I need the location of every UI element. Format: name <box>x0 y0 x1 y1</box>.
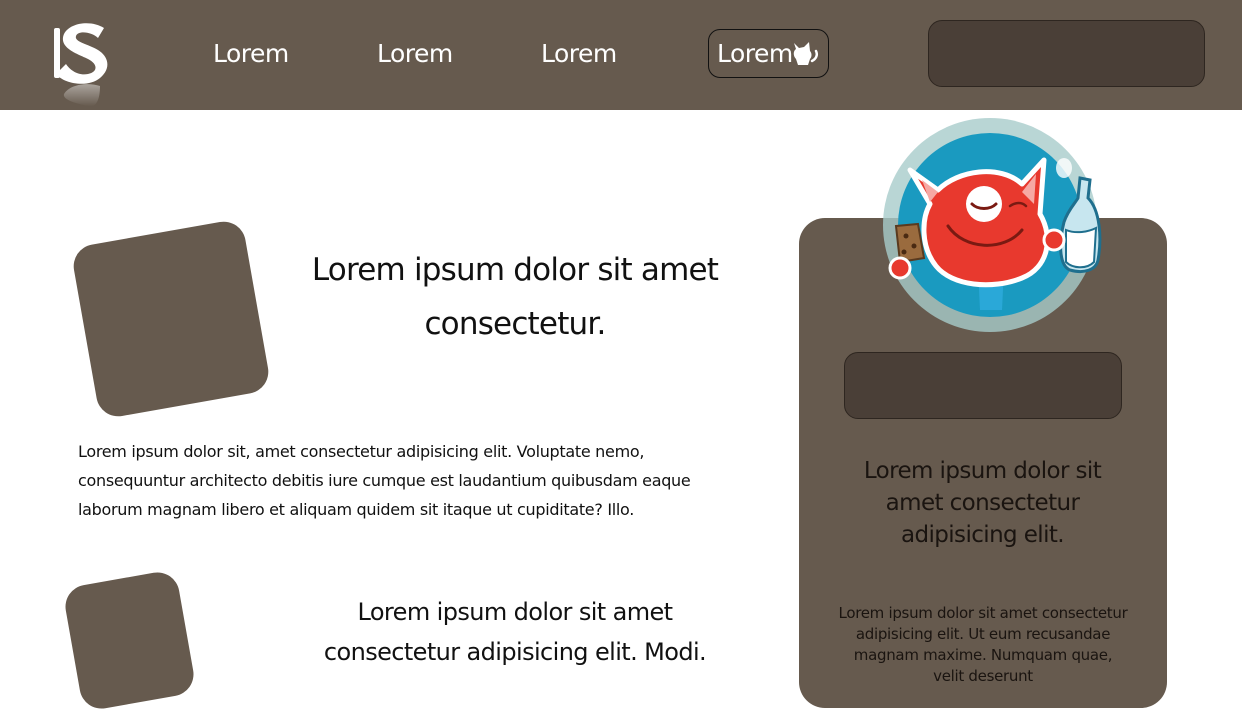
nav-link-active-label: Lorem <box>717 39 793 68</box>
image-placeholder-1 <box>70 218 272 420</box>
sidebar-input[interactable] <box>844 352 1122 419</box>
nav-link-3[interactable]: Lorem <box>541 34 617 74</box>
main-headline: Lorem ipsum dolor sit amet consectetur. <box>311 252 719 342</box>
main-paragraph: Lorem ipsum dolor sit, amet consectetur … <box>78 442 691 519</box>
cat-icon <box>793 42 819 65</box>
secondary-headline: Lorem ipsum dolor sit amet consectetur a… <box>323 598 707 666</box>
top-navigation-bar: Lorem Lorem Lorem Lorem <box>0 0 1242 110</box>
cat-mascot-milk-cookie-icon <box>883 118 1102 332</box>
header-search-input[interactable] <box>928 20 1205 87</box>
sidebar-heading: Lorem ipsum dolor sit amet consectetur a… <box>863 458 1102 548</box>
nav-link-2[interactable]: Lorem <box>377 34 453 74</box>
image-placeholder-2 <box>62 568 197 712</box>
nav-link-1[interactable]: Lorem <box>213 34 289 74</box>
nav-link-active[interactable]: Lorem <box>708 29 829 78</box>
sidebar-text: Lorem ipsum dolor sit amet consectetur a… <box>838 604 1128 685</box>
site-logo-icon[interactable] <box>48 14 120 110</box>
